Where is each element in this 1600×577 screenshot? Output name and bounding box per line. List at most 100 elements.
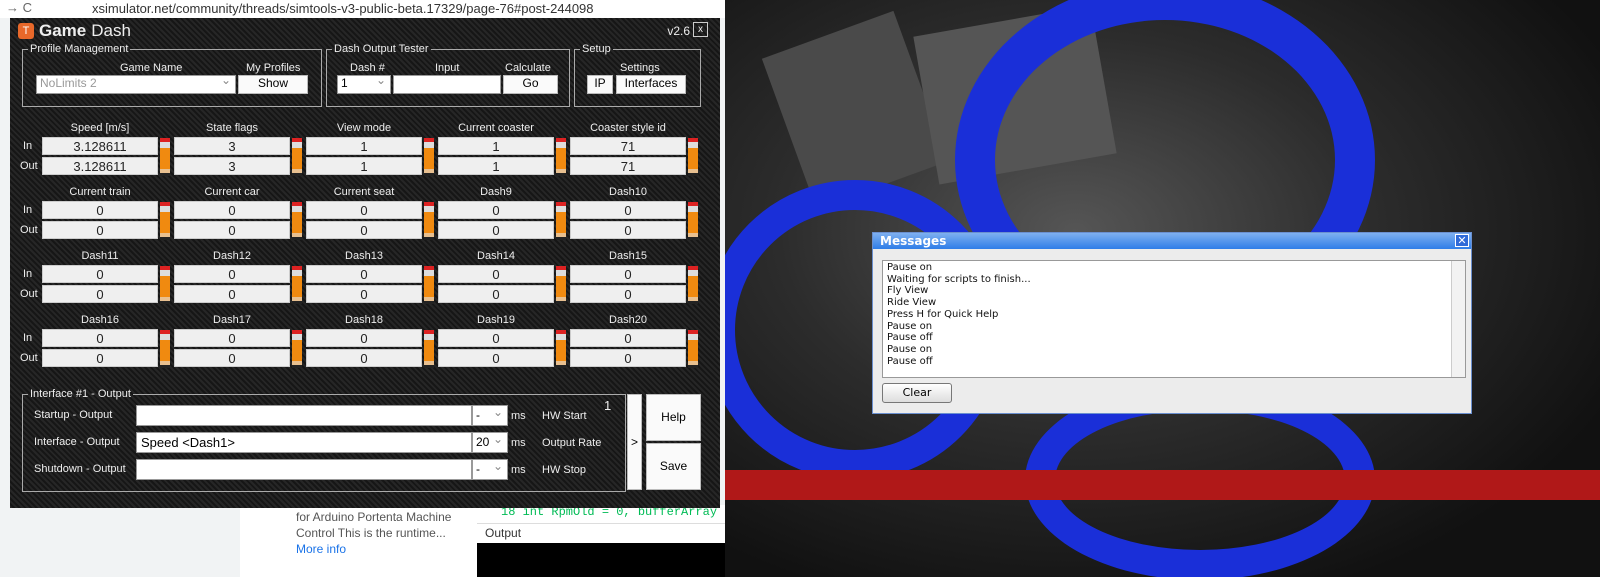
hw-label: HW Stop [542,464,587,476]
message-line: Pause on [887,320,933,332]
messages-title: Messages [873,233,1471,249]
pencil-edit-icon[interactable] [688,266,698,304]
tester-input[interactable] [393,75,501,94]
input-label: Input [435,62,460,74]
ms-label: ms [511,410,526,422]
pencil-edit-icon[interactable] [424,138,434,176]
rate-select[interactable]: - [472,403,508,426]
scrollbar[interactable] [1451,261,1465,377]
messages-window: Messages ✕ Pause on Waiting for scripts t… [872,232,1472,414]
dash-in-value: 0 [174,329,290,347]
message-line: Fly View [887,285,929,297]
row-label-out: Out [20,224,38,236]
more-info-link[interactable]: More info [296,542,346,556]
dash-label: Dash10 [609,186,647,198]
settings-label: Settings [620,62,660,74]
dash-label: Dash20 [609,314,647,326]
pencil-edit-icon[interactable] [688,330,698,368]
pencil-edit-icon[interactable] [556,138,566,176]
pencil-edit-icon[interactable] [424,266,434,304]
dash-out-value: 3.128611 [42,157,158,175]
row-label-out: Out [20,288,38,300]
dash-out-value: 1 [306,157,422,175]
dash-label: Dash19 [477,314,515,326]
dash-in-value: 0 [42,265,158,283]
version-label: v2.6 [667,24,690,38]
dash-label: Dash15 [609,250,647,262]
output-row-label: Interface - Output [34,436,120,448]
output-string-input[interactable] [136,405,472,426]
row-label-in: In [23,140,33,152]
pencil-edit-icon[interactable] [424,202,434,240]
pencil-edit-icon[interactable] [556,266,566,304]
go-button[interactable]: Go [503,75,558,94]
dash-in-value: 0 [570,265,686,283]
pencil-edit-icon[interactable] [160,138,170,176]
pencil-edit-icon[interactable] [160,330,170,368]
pencil-edit-icon[interactable] [556,330,566,368]
dash-out-value: 0 [570,285,686,303]
dash-label: Dash17 [213,314,251,326]
pencil-edit-icon[interactable] [292,138,302,176]
dash-in-value: 71 [570,137,686,155]
message-line: Ride View [887,297,937,309]
nav-buttons[interactable]: → C [6,0,32,15]
pencil-edit-icon[interactable] [424,330,434,368]
rate-select[interactable]: 20 [472,430,508,453]
message-line: Pause off [887,355,933,367]
dash-out-value: 0 [438,285,554,303]
pencil-edit-icon[interactable] [160,202,170,240]
dash-label: Dash11 [81,250,119,262]
pencil-edit-icon[interactable] [688,202,698,240]
hw-label: Output Rate [542,437,602,449]
save-button[interactable]: Save [646,443,701,490]
pencil-edit-icon[interactable] [688,138,698,176]
dash-label: Dash9 [480,186,512,198]
dash-in-value: 1 [306,137,422,155]
row-label-in: In [23,268,33,280]
output-row-label: Startup - Output [34,409,113,421]
pencil-edit-icon[interactable] [292,266,302,304]
dash-label: Dash13 [345,250,383,262]
pencil-edit-icon[interactable] [160,266,170,304]
dash-out-value: 0 [42,285,158,303]
game-name-select[interactable]: NoLimits 2 [36,73,236,94]
clear-button[interactable]: Clear [882,383,952,403]
app-logo-icon: T [18,23,34,39]
dash-in-value: 0 [174,201,290,219]
snippet-text: for Arduino Portenta Machine Control Thi… [296,510,452,540]
rate-select[interactable]: - [472,457,508,480]
url-text[interactable]: xsimulator.net/community/threads/simtool… [92,1,594,16]
dash-out-value: 0 [438,349,554,367]
dash-number-select[interactable]: 1 [337,73,391,94]
close-button[interactable]: x [693,22,708,37]
ip-button[interactable]: IP [587,75,613,94]
dash-out-value: 1 [438,157,554,175]
game-name-label: Game Name [120,62,183,74]
dash-in-value: 0 [174,265,290,283]
dash-in-value: 0 [570,201,686,219]
dash-label: Current seat [333,186,395,198]
pencil-edit-icon[interactable] [292,202,302,240]
dash-label: Current coaster [458,122,534,134]
dash-out-value: 0 [174,349,290,367]
expand-arrow-button[interactable]: > [627,394,642,490]
output-string-input[interactable]: Speed <Dash1> [136,432,472,453]
dash-in-value: 0 [42,329,158,347]
help-button[interactable]: Help [646,394,701,441]
address-bar[interactable]: → C xsimulator.net/community/threads/sim… [0,0,725,18]
ms-label: ms [511,464,526,476]
interfaces-button[interactable]: Interfaces [616,75,686,94]
dash-out-value: 0 [174,221,290,239]
dash-label: Dash18 [345,314,383,326]
pencil-edit-icon[interactable] [292,330,302,368]
pencil-edit-icon[interactable] [556,202,566,240]
dash-in-value: 3 [174,137,290,155]
dash-label: View mode [336,122,392,134]
close-icon[interactable]: ✕ [1455,234,1469,247]
dash-out-value: 0 [42,221,158,239]
dash-out-value: 0 [42,349,158,367]
output-string-input[interactable] [136,459,472,480]
dash-label: Speed [m/s] [70,122,130,134]
show-profiles-button[interactable]: Show [238,75,308,94]
